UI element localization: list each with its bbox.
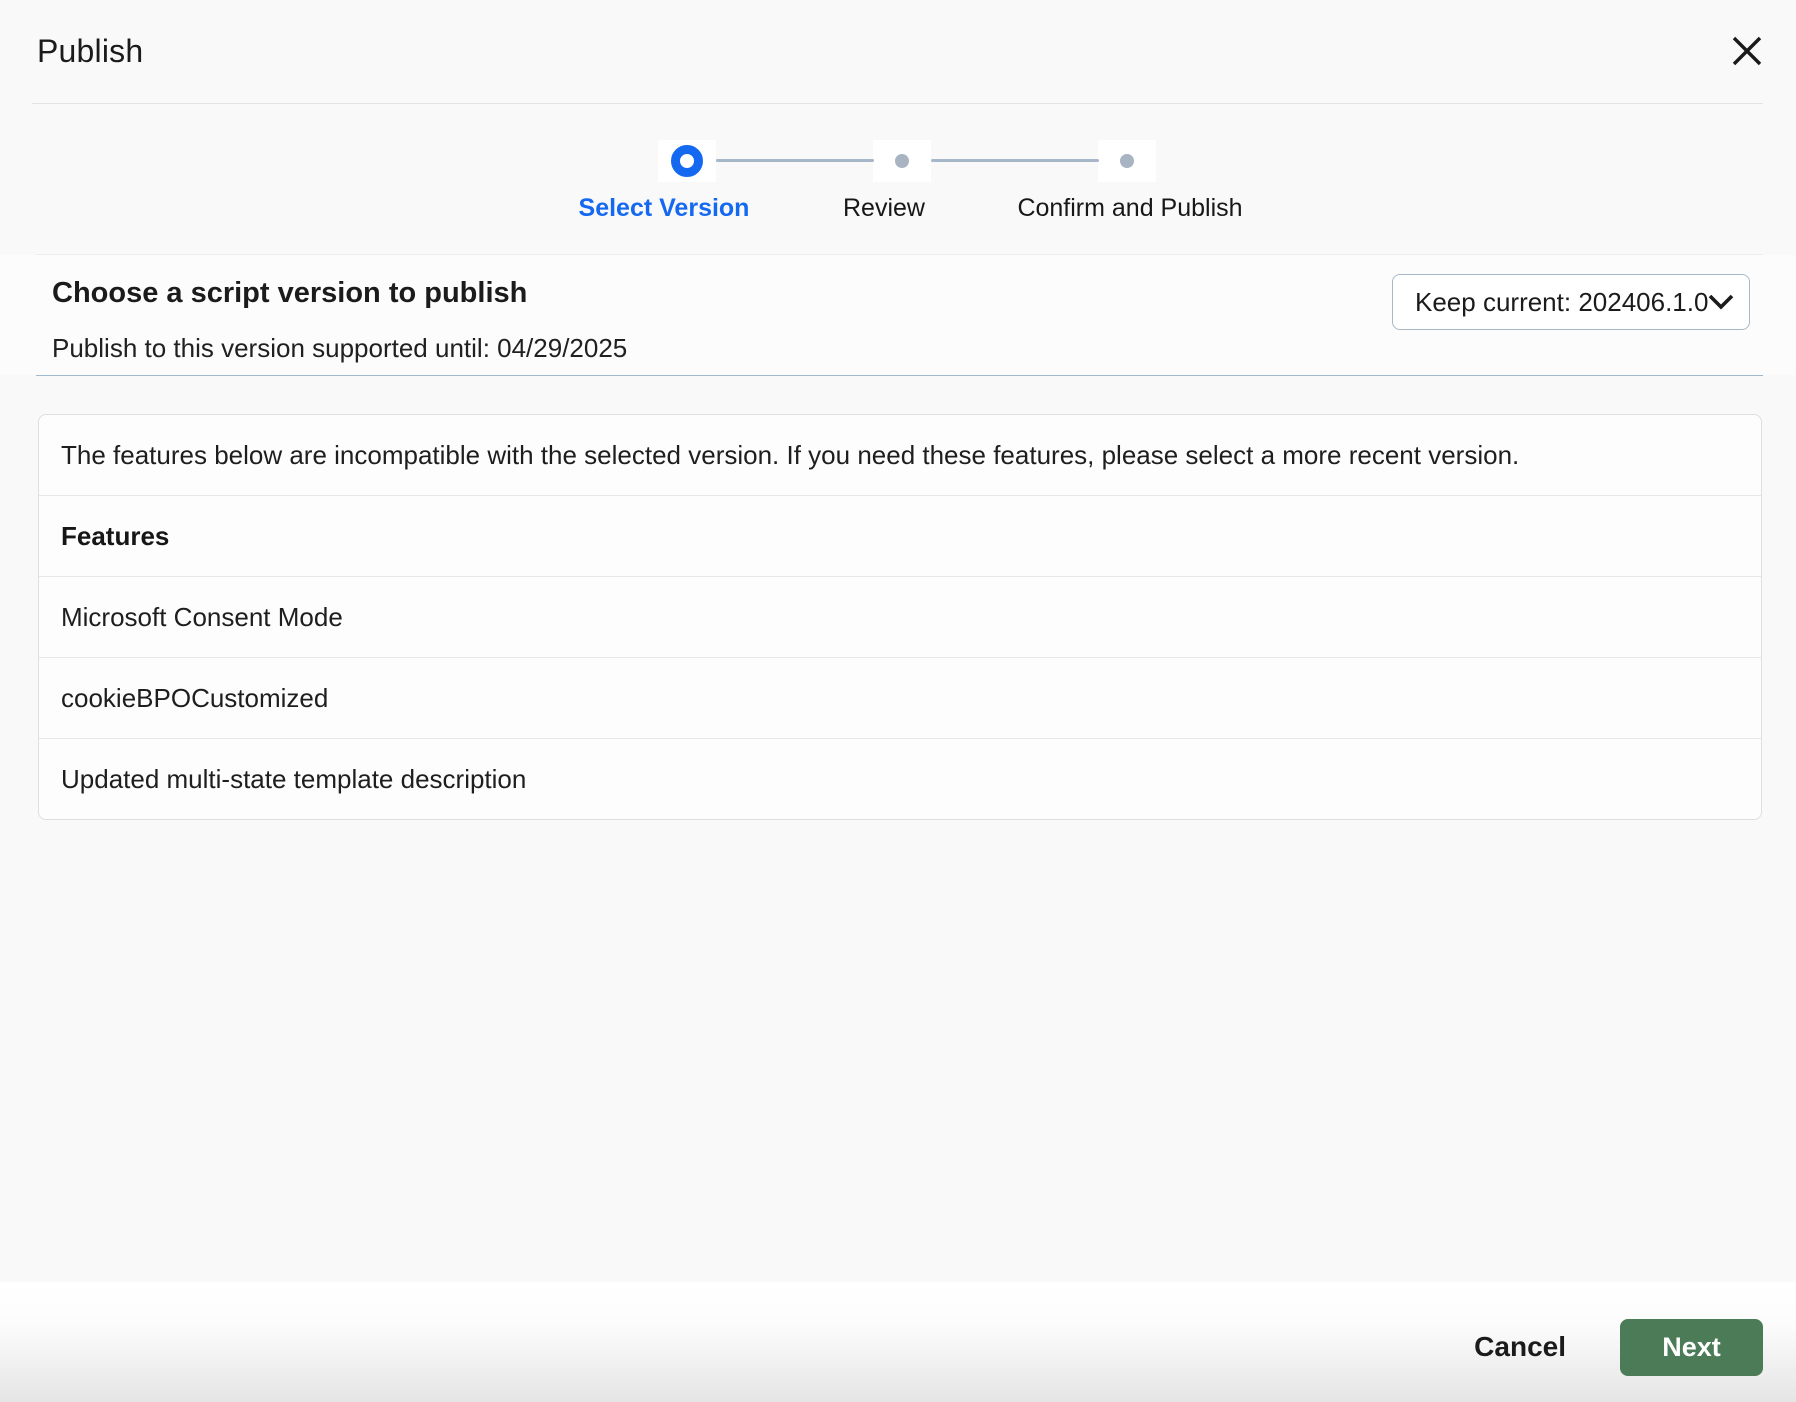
step-dot-icon[interactable] <box>895 154 909 168</box>
step-review[interactable]: Review <box>843 194 925 223</box>
stepper-connector <box>716 159 874 162</box>
feature-row: Updated multi-state template description <box>39 738 1761 819</box>
feature-row: Microsoft Consent Mode <box>39 576 1761 657</box>
section-divider <box>36 254 1763 255</box>
close-button[interactable] <box>1726 30 1768 72</box>
publish-modal: { "modal": { "title": "Publish" }, "step… <box>0 0 1796 1402</box>
incompatible-features-panel: The features below are incompatible with… <box>38 414 1762 820</box>
step-active-ring-icon[interactable] <box>671 145 703 177</box>
version-dropdown[interactable]: Keep current: 202406.1.0 <box>1392 274 1750 330</box>
step-select-version[interactable]: Select Version <box>579 194 750 223</box>
close-icon <box>1730 34 1764 68</box>
next-button[interactable]: Next <box>1620 1318 1763 1376</box>
features-column-header: Features <box>39 495 1761 576</box>
stepper-connector <box>931 159 1099 162</box>
page-title: Publish <box>37 33 144 69</box>
step-dot-icon[interactable] <box>1120 154 1134 168</box>
chevron-down-icon <box>1708 294 1734 310</box>
supported-until-text: Publish to this version supported until:… <box>52 333 628 363</box>
header-divider <box>32 103 1763 104</box>
step-confirm-and-publish[interactable]: Confirm and Publish <box>1017 194 1242 223</box>
incompatibility-notice: The features below are incompatible with… <box>61 439 1520 470</box>
section-divider-blue <box>36 375 1763 376</box>
feature-row: cookieBPOCustomized <box>39 657 1761 738</box>
modal-footer: Cancel Next <box>0 1282 1796 1402</box>
version-dropdown-value: Keep current: 202406.1.0 <box>1415 286 1709 317</box>
cancel-button[interactable]: Cancel <box>1464 1325 1576 1369</box>
version-section-heading: Choose a script version to publish <box>52 277 528 309</box>
